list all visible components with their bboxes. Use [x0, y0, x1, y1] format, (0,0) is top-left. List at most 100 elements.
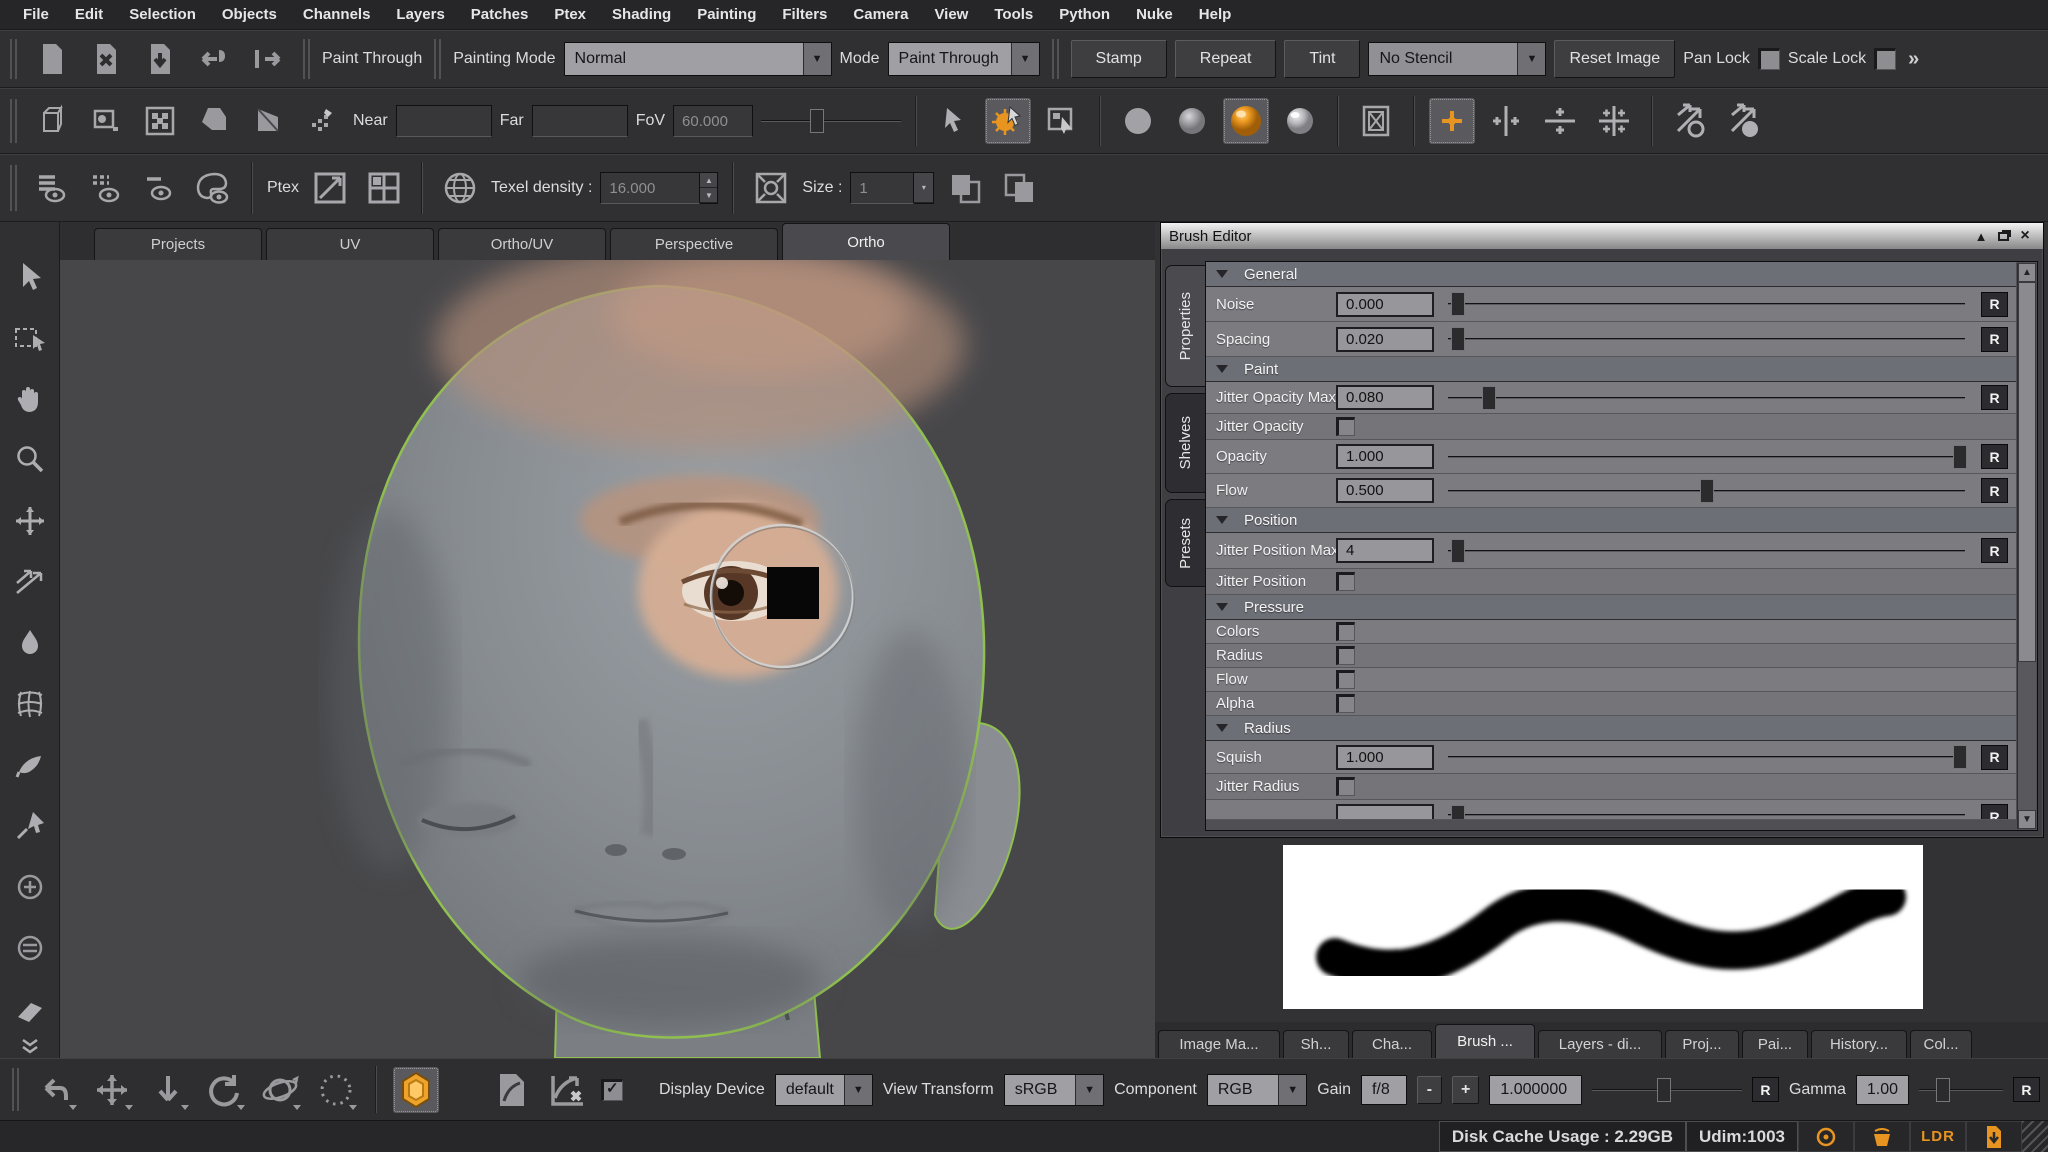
copy-ptex-icon[interactable]	[942, 165, 988, 211]
jitter-opacity-max-slider[interactable]	[1448, 385, 1965, 411]
chevron-down-icon[interactable]: ▼	[1075, 1075, 1103, 1105]
squish-slider[interactable]	[1448, 744, 1965, 770]
stamp-button[interactable]: Stamp	[1071, 40, 1167, 78]
chevron-down-icon[interactable]: ▼	[1278, 1075, 1306, 1105]
pressure-flow-checkbox[interactable]	[1336, 670, 1355, 689]
reset-button[interactable]: R	[1981, 444, 2008, 469]
scroll-down-icon[interactable]: ▼	[2018, 810, 2036, 829]
jitter-opacity-checkbox[interactable]	[1336, 417, 1355, 436]
warp-tool-icon[interactable]	[13, 687, 47, 721]
scale-lock-checkbox[interactable]	[1874, 48, 1896, 70]
gain-slider[interactable]	[1592, 1077, 1742, 1103]
tab-ortho[interactable]: Ortho	[782, 223, 950, 260]
tab-ortho-uv[interactable]: Ortho/UV	[438, 228, 606, 260]
symmetry-off-icon[interactable]	[1429, 98, 1475, 144]
jitter-opacity-max-value-input[interactable]: 0.080	[1336, 385, 1434, 410]
fov-slider-handle[interactable]	[810, 109, 824, 133]
blur-tool-icon[interactable]	[13, 626, 47, 660]
tab-painting[interactable]: Pai...	[1742, 1030, 1808, 1058]
uv-view-icon[interactable]	[137, 98, 183, 144]
menu-filters[interactable]: Filters	[769, 6, 840, 23]
spacing-value-input[interactable]: 0.020	[1336, 327, 1434, 352]
symmetry-y-icon[interactable]	[1537, 98, 1583, 144]
export-session-icon[interactable]	[245, 36, 291, 82]
menu-edit[interactable]: Edit	[62, 6, 116, 23]
toolbar-grip[interactable]	[10, 165, 17, 211]
tab-properties[interactable]: Properties	[1165, 265, 1205, 387]
chevron-down-icon[interactable]: ▼	[844, 1075, 872, 1105]
jitter-position-max-slider[interactable]	[1448, 538, 1965, 564]
show-selected-patches-icon[interactable]	[83, 165, 129, 211]
resize-grip[interactable]	[2022, 1121, 2048, 1152]
size-input[interactable]: 1	[850, 172, 914, 204]
mirror-geometry-icon[interactable]	[1721, 98, 1767, 144]
scrollbar-thumb[interactable]	[2018, 282, 2036, 662]
pull-view-icon[interactable]	[145, 1067, 191, 1113]
mirror-projection-icon[interactable]	[1667, 98, 1713, 144]
paste-ptex-icon[interactable]	[996, 165, 1042, 211]
tab-perspective[interactable]: Perspective	[610, 228, 778, 260]
zoom-tool-icon[interactable]	[13, 443, 47, 477]
scroll-up-icon[interactable]: ▲	[2018, 263, 2036, 282]
tab-shaders[interactable]: Sh...	[1283, 1030, 1349, 1058]
reset-button[interactable]: R	[1981, 327, 2008, 352]
chevron-down-icon[interactable]: ▼	[1011, 43, 1039, 75]
gain-fstop-input[interactable]: f/8	[1361, 1075, 1407, 1105]
noise-value-input[interactable]: 0.000	[1336, 292, 1434, 317]
undo-view-icon[interactable]	[33, 1067, 79, 1113]
tab-image-manager[interactable]: Image Ma...	[1158, 1030, 1280, 1058]
save-project-icon[interactable]	[137, 36, 183, 82]
fov-input[interactable]: 60.000	[673, 105, 753, 137]
reset-button[interactable]: R	[1981, 478, 2008, 503]
reset-button[interactable]: R	[1981, 292, 2008, 317]
gain-value-input[interactable]: 1.000000	[1489, 1075, 1582, 1105]
flip-shape-icon[interactable]	[245, 98, 291, 144]
menu-help[interactable]: Help	[1186, 6, 1245, 23]
pointer-tool-icon[interactable]	[931, 98, 977, 144]
brush-editor-titlebar[interactable]: Brush Editor ▲ ×	[1161, 223, 2043, 249]
clone-stamp-tool-icon[interactable]	[13, 931, 47, 965]
gain-increment-button[interactable]: +	[1452, 1076, 1479, 1104]
close-window-icon[interactable]: ×	[2015, 227, 2035, 245]
flow-slider[interactable]	[1448, 478, 1965, 504]
texel-density-spinner[interactable]: ▲▼	[700, 172, 718, 204]
repeat-button[interactable]: Repeat	[1175, 40, 1277, 78]
jitter-position-checkbox[interactable]	[1336, 572, 1355, 591]
chevron-down-icon[interactable]: ▾	[914, 173, 933, 203]
collapse-icon[interactable]: ▲	[1971, 227, 1991, 245]
focus-region-icon[interactable]	[313, 1067, 359, 1113]
opacity-slider[interactable]	[1448, 444, 1965, 470]
tab-colors[interactable]: Col...	[1910, 1030, 1972, 1058]
tab-layers[interactable]: Layers - di...	[1538, 1030, 1662, 1058]
jitter-radius-checkbox[interactable]	[1336, 777, 1355, 796]
menu-file[interactable]: File	[10, 6, 62, 23]
smudge-tool-icon[interactable]	[13, 748, 47, 782]
symmetry-x-icon[interactable]	[1483, 98, 1529, 144]
lut-curve-icon[interactable]	[489, 1067, 535, 1113]
shading-flat-icon[interactable]	[1115, 98, 1161, 144]
shading-basic-icon[interactable]	[1169, 98, 1215, 144]
tab-shelves[interactable]: Shelves	[1165, 393, 1205, 493]
export-status-icon[interactable]	[1966, 1121, 2022, 1152]
render-target-icon[interactable]	[1798, 1121, 1854, 1152]
shading-full-icon[interactable]	[1223, 98, 1269, 144]
pan-lock-checkbox[interactable]	[1758, 48, 1780, 70]
orbit-view-icon[interactable]	[257, 1067, 303, 1113]
menu-camera[interactable]: Camera	[840, 6, 921, 23]
flow-value-input[interactable]: 0.500	[1336, 478, 1434, 503]
reset-button[interactable]: R	[1981, 385, 2008, 410]
ldr-indicator[interactable]: LDR	[1910, 1121, 1966, 1152]
gamma-reset-button[interactable]: R	[2013, 1077, 2040, 1102]
tab-projects[interactable]: Projects	[94, 228, 262, 260]
gamma-value-input[interactable]: 1.00	[1856, 1075, 1909, 1105]
viewport-canvas[interactable]	[60, 260, 1155, 1058]
far-input[interactable]	[532, 105, 628, 137]
painting-mode-select[interactable]: Normal ▼	[564, 42, 832, 76]
new-project-icon[interactable]	[29, 36, 75, 82]
stencil-select[interactable]: No Stencil ▼	[1368, 42, 1546, 76]
marquee-select-tool-icon[interactable]	[13, 321, 47, 355]
show-whole-object-icon[interactable]	[29, 165, 75, 211]
world-density-icon[interactable]	[437, 165, 483, 211]
perspective-cube-icon[interactable]	[29, 98, 75, 144]
spacing-slider[interactable]	[1448, 326, 1965, 352]
